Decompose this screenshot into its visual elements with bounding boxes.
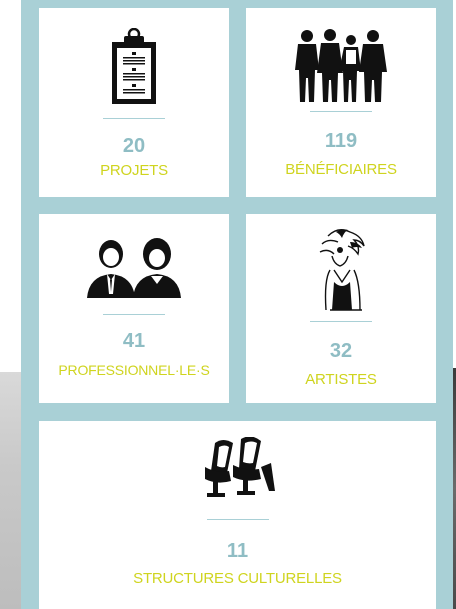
stat-label: STRUCTURES CULTURELLES — [133, 570, 342, 587]
divider — [310, 321, 372, 322]
stat-value: 11 — [226, 540, 249, 562]
stat-value: 20 — [122, 135, 146, 157]
professionals-icon — [85, 236, 183, 305]
divider — [310, 111, 372, 112]
divider — [103, 314, 165, 315]
theater-seats-icon — [201, 436, 275, 508]
stats-panel: 20 PROJETS 119 BÉNÉFICIAIRES 41 PROFESSI… — [21, 0, 453, 609]
people-group-icon — [293, 28, 389, 109]
stat-label: PROJETS — [100, 162, 168, 179]
background-photo-left — [0, 372, 22, 609]
artist-icon — [310, 226, 372, 317]
stat-card-artistes: 32 ARTISTES — [246, 214, 436, 403]
stat-card-professionnels: 41 PROFESSIONNEL·LE·S — [39, 214, 229, 403]
stat-label: PROFESSIONNEL·LE·S — [58, 362, 210, 378]
stat-label: BÉNÉFICIAIRES — [285, 161, 397, 178]
divider — [206, 519, 269, 520]
clipboard-icon — [110, 27, 158, 113]
divider — [103, 118, 165, 119]
stat-value: 41 — [122, 330, 146, 352]
stat-card-projets: 20 PROJETS — [39, 8, 229, 197]
stat-card-structures-culturelles: 11 STRUCTURES CULTURELLES — [39, 421, 436, 609]
stat-label: ARTISTES — [305, 371, 377, 388]
stat-value: 119 — [324, 130, 358, 152]
stat-card-beneficiaires: 119 BÉNÉFICIAIRES — [246, 8, 436, 197]
stat-value: 32 — [329, 340, 353, 362]
